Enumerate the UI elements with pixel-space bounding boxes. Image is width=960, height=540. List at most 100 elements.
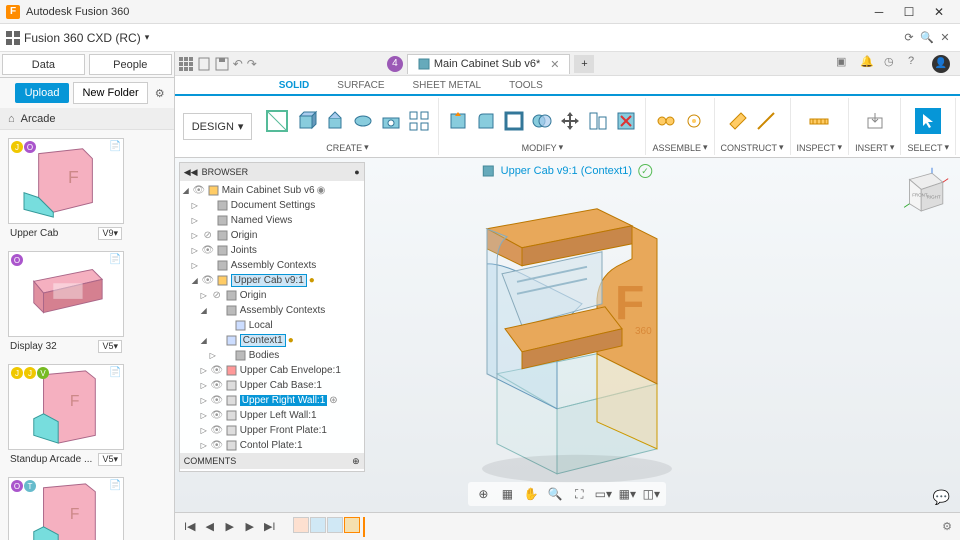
thumbnail-image[interactable]: OT 📄 F (8, 477, 124, 540)
visibility-icon[interactable]: 👁 (210, 426, 224, 436)
tab-close-icon[interactable]: ✕ (550, 58, 559, 71)
timeline-feature[interactable] (310, 517, 326, 533)
tab-tools[interactable]: TOOLS (495, 77, 557, 94)
viewcube[interactable]: FRONT RIGHT (896, 166, 950, 220)
upload-button[interactable]: Upload (15, 83, 70, 103)
expand-icon[interactable]: ▷ (200, 411, 208, 420)
breadcrumb[interactable]: ⌂ Arcade (0, 108, 174, 130)
expand-icon[interactable]: ▷ (191, 246, 199, 255)
expand-icon[interactable]: ◢ (200, 306, 208, 315)
browser-header[interactable]: ◀◀ BROWSER ● (180, 163, 364, 181)
ribbon-label-construct[interactable]: CONSTRUCT ▾ (721, 142, 784, 153)
thumbnail-item[interactable]: OT 📄 F Main Cabinet SubV6▾ (8, 477, 124, 540)
tab-data[interactable]: Data (2, 54, 85, 75)
visibility-icon[interactable] (201, 261, 215, 271)
visibility-icon[interactable]: ⊘ (210, 291, 224, 301)
move-icon[interactable] (557, 108, 583, 134)
visibility-icon[interactable]: 👁 (210, 396, 224, 406)
tab-solid[interactable]: SOLID (265, 77, 324, 96)
tree-row[interactable]: ▷ 👁 Joints (182, 243, 362, 258)
tree-row[interactable]: ▷ 👁 Upper Right Wall:1 ⊛ (182, 393, 362, 408)
look-icon[interactable]: ▦ (498, 485, 516, 503)
expand-icon[interactable]: ◢ (182, 186, 190, 195)
expand-icon[interactable]: ▷ (200, 396, 208, 405)
sketch-icon[interactable] (262, 106, 292, 136)
tree-row[interactable]: ▷ 👁 Upper Cab Envelope:1 (182, 363, 362, 378)
display-icon[interactable]: ▭▾ (594, 485, 612, 503)
axis-icon[interactable] (753, 108, 779, 134)
expand-icon[interactable]: ◢ (200, 336, 208, 345)
ribbon-label-select[interactable]: SELECT ▾ (907, 142, 949, 153)
tree-row[interactable]: ▷ 👁 Contol Plate:1 (182, 438, 362, 453)
tree-row[interactable]: ▷ Named Views (182, 213, 362, 228)
viewport-layout-icon[interactable]: ◫▾ (642, 485, 660, 503)
visibility-icon[interactable]: ⊘ (201, 231, 215, 241)
new-folder-button[interactable]: New Folder (73, 82, 147, 104)
tree-row[interactable]: ▷ Assembly Contexts (182, 258, 362, 273)
visibility-icon[interactable] (219, 321, 233, 331)
tree-row[interactable]: ◢ 👁 Main Cabinet Sub v6 ◉ (182, 183, 362, 198)
joint-origin-icon[interactable] (681, 108, 707, 134)
visibility-icon[interactable]: 👁 (210, 441, 224, 451)
visibility-icon[interactable] (210, 306, 224, 316)
pattern-icon[interactable] (406, 108, 432, 134)
expand-icon[interactable]: ▷ (209, 351, 217, 360)
expand-icon[interactable]: ▷ (191, 261, 199, 270)
undo-icon[interactable]: ↶ (233, 57, 243, 71)
add-comment-icon[interactable]: ⊕ (352, 456, 360, 467)
extensions-icon[interactable]: ▣ (836, 55, 852, 71)
measure-icon[interactable] (806, 108, 832, 134)
fillet-icon[interactable] (473, 108, 499, 134)
thumbnail-item[interactable]: JO 📄 F Upper CabV9▾ (8, 138, 124, 243)
extrude-icon[interactable] (322, 108, 348, 134)
visibility-icon[interactable]: 👁 (210, 381, 224, 391)
timeline-next-icon[interactable]: ▶ (243, 520, 257, 534)
tree-row[interactable]: ▷ 👁 Upper Cab Base:1 (182, 378, 362, 393)
document-tab-active[interactable]: Main Cabinet Sub v6* ✕ (407, 54, 571, 74)
ribbon-label-create[interactable]: CREATE ▾ (326, 142, 368, 153)
timeline-end-icon[interactable]: ▶I (263, 520, 277, 534)
thumbnail-item[interactable]: JJV 📄 F Standup Arcade ...V5▾ (8, 364, 124, 469)
visibility-icon[interactable]: 👁 (201, 276, 215, 286)
new-tab-button[interactable]: + (574, 55, 594, 73)
thumbnail-image[interactable]: JJV 📄 F (8, 364, 124, 450)
version-dropdown[interactable]: V5▾ (98, 453, 122, 466)
thumbnail-image[interactable]: O 📄 (8, 251, 124, 337)
panel-toggle-icon[interactable] (6, 31, 20, 45)
ribbon-label-inspect[interactable]: INSPECT ▾ (797, 142, 843, 153)
close-button[interactable]: ✕ (924, 1, 954, 23)
joint-icon[interactable] (653, 108, 679, 134)
insert-icon[interactable] (862, 108, 888, 134)
visibility-icon[interactable]: 👁 (201, 246, 215, 256)
tab-surface[interactable]: SURFACE (323, 77, 398, 94)
expand-icon[interactable]: ▷ (200, 381, 208, 390)
timeline-start-icon[interactable]: I◀ (183, 520, 197, 534)
help-icon[interactable]: ? (908, 55, 924, 71)
notifications-icon[interactable]: 🔔 (860, 55, 876, 71)
expand-icon[interactable]: ▷ (200, 291, 208, 300)
tree-row[interactable]: ◢ 👁 Upper Cab v9:1 ● (182, 273, 362, 288)
timeline-feature[interactable] (344, 517, 360, 533)
file-icon[interactable] (197, 57, 211, 71)
orbit-icon[interactable]: ⊕ (474, 485, 492, 503)
visibility-icon[interactable] (219, 351, 233, 361)
home-icon[interactable]: ⌂ (8, 113, 15, 125)
timeline-track[interactable] (293, 517, 365, 537)
maximize-button[interactable]: ☐ (894, 1, 924, 23)
expand-icon[interactable]: ▷ (191, 231, 199, 240)
refresh-icon[interactable]: ⟳ (900, 29, 918, 47)
grid-icon[interactable] (179, 57, 193, 71)
comments-bar[interactable]: COMMENTS ⊕ (180, 453, 364, 469)
select-icon[interactable] (915, 108, 941, 134)
zoom-icon[interactable]: 🔍 (546, 485, 564, 503)
visibility-icon[interactable]: 👁 (192, 186, 206, 196)
close-panel-icon[interactable]: ✕ (936, 29, 954, 47)
version-dropdown[interactable]: V9▾ (98, 227, 122, 240)
tree-row[interactable]: ▷ ⊘ Origin (182, 228, 362, 243)
visibility-icon[interactable]: 👁 (210, 366, 224, 376)
tree-row[interactable]: ▷ 👁 Upper Front Plate:1 (182, 423, 362, 438)
visibility-icon[interactable] (210, 336, 224, 346)
timeline-feature[interactable] (293, 517, 309, 533)
expand-icon[interactable]: ▷ (200, 426, 208, 435)
expand-icon[interactable]: ◢ (191, 276, 199, 285)
